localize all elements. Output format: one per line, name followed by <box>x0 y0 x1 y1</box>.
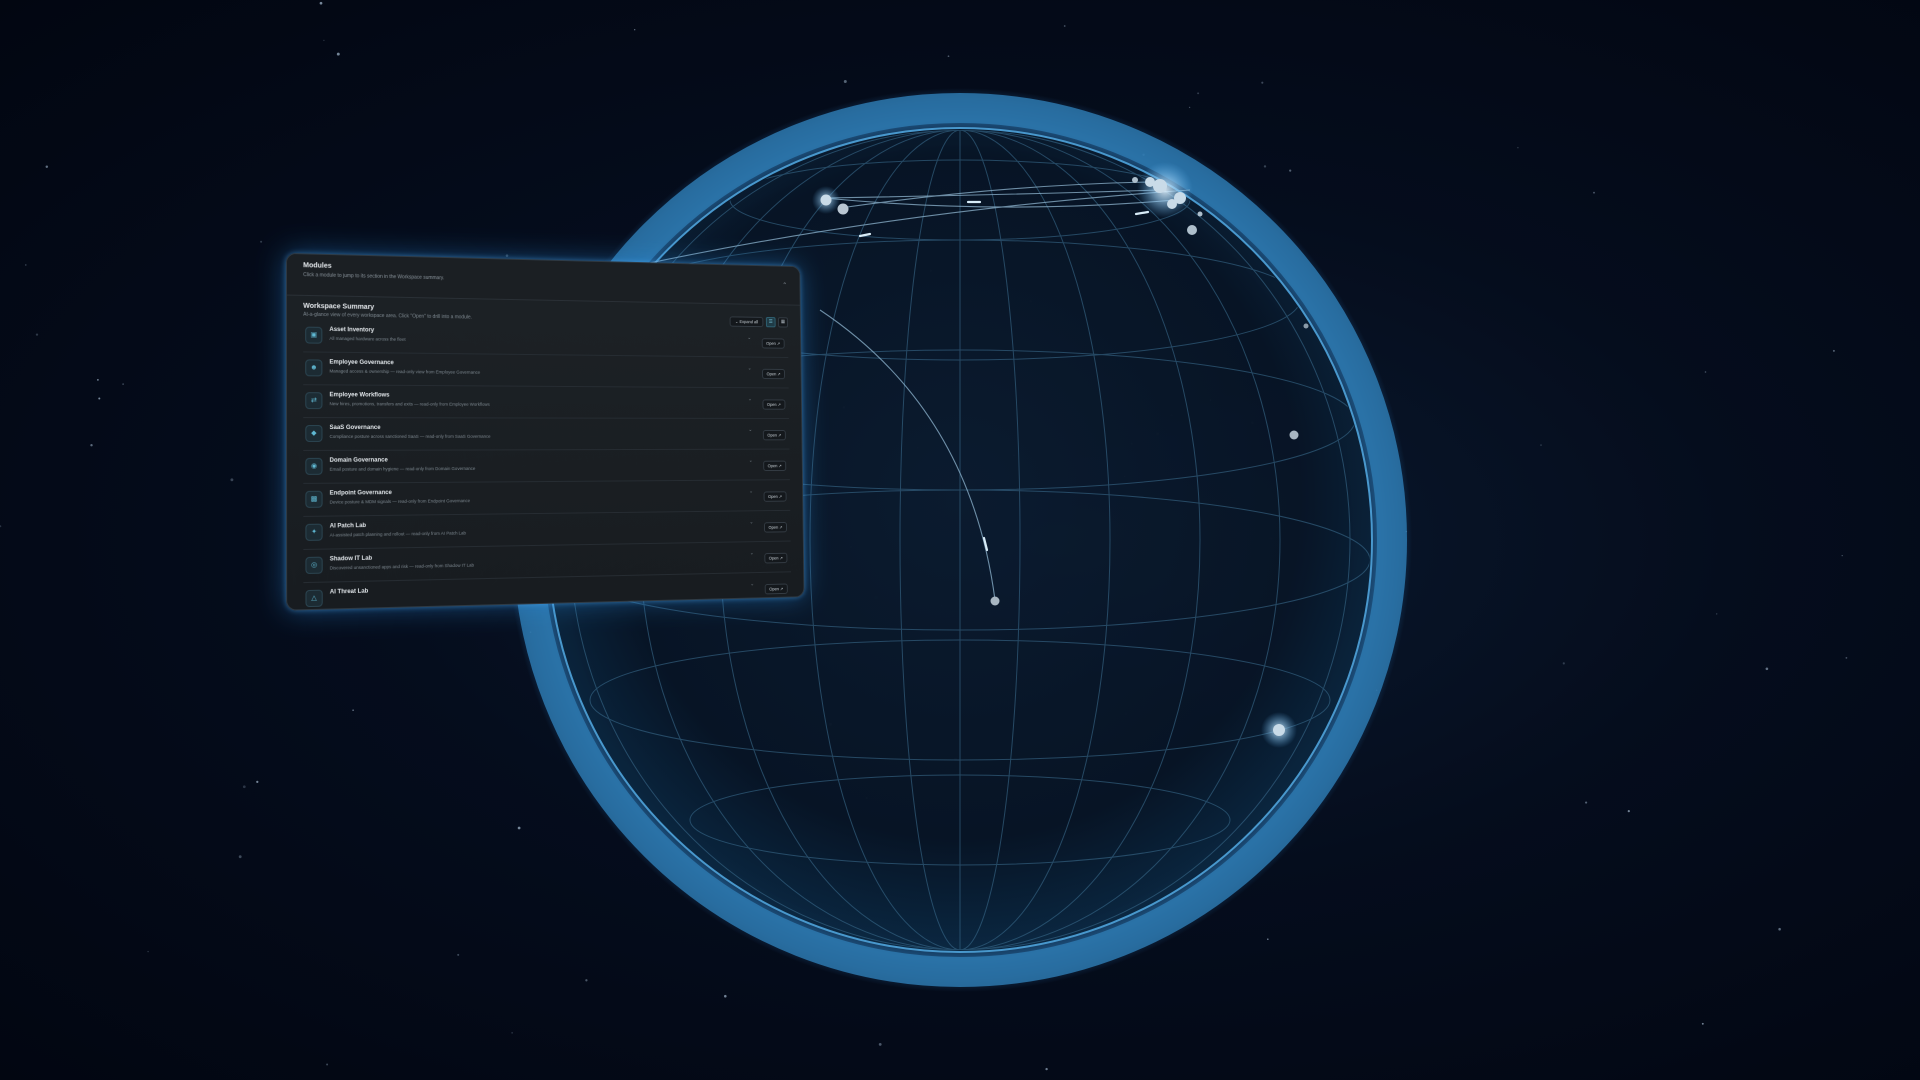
workflow-icon: ⇄ <box>305 392 322 409</box>
module-title: SaaS Governance <box>330 425 381 431</box>
module-title: AI Patch Lab <box>330 523 366 529</box>
expand-all-label: Expand all <box>739 319 758 324</box>
open-button[interactable]: Open ↗ <box>763 461 786 471</box>
open-button[interactable]: Open ↗ <box>762 399 785 409</box>
open-button[interactable]: Open ↗ <box>762 338 785 348</box>
module-description: Device posture & MDM signals — read-only… <box>330 498 470 504</box>
open-label: Open <box>766 372 776 377</box>
module-title: Asset Inventory <box>329 327 374 334</box>
module-title: Domain Governance <box>330 458 388 464</box>
chevron-down-icon[interactable]: ⌄ <box>749 458 753 464</box>
module-description: Email posture and domain hygiene — read-… <box>330 466 476 472</box>
desktop-scene: Modules Click a module to jump to its se… <box>0 0 1920 1080</box>
module-list: ▣ Asset Inventory All managed hardware a… <box>287 319 804 610</box>
module-row-domain-governance[interactable]: ◉ Domain Governance Email posture and do… <box>303 450 790 484</box>
grid-icon[interactable]: ▦ <box>778 317 788 327</box>
module-title: Shadow IT Lab <box>330 556 372 563</box>
module-description: Discovered unsanctioned apps and risk — … <box>330 563 474 571</box>
open-label: Open <box>769 587 779 592</box>
module-description: Compliance posture across sanctioned Saa… <box>330 434 491 439</box>
module-description: AI-assisted patch planning and rollout —… <box>330 531 466 538</box>
workspace-panel-wrapper: Modules Click a module to jump to its se… <box>286 252 834 610</box>
wrench-icon: ✦ <box>305 524 322 541</box>
module-title: Employee Workflows <box>329 392 389 398</box>
chevron-down-icon[interactable]: ⌄ <box>750 520 754 526</box>
open-label: Open <box>768 494 778 499</box>
box-icon: ▣ <box>305 327 322 344</box>
chevron-down-icon[interactable]: ⌄ <box>747 335 751 341</box>
open-button[interactable]: Open ↗ <box>765 584 788 595</box>
chevron-down-icon[interactable]: ⌄ <box>750 551 754 557</box>
chevron-down-icon[interactable]: ⌄ <box>750 582 754 588</box>
module-description: All managed hardware across the fleet <box>329 336 405 342</box>
list-icon[interactable]: ☰ <box>766 317 776 327</box>
module-row-asset-inventory[interactable]: ▣ Asset Inventory All managed hardware a… <box>303 320 788 358</box>
module-title: Endpoint Governance <box>330 490 392 497</box>
open-label: Open <box>766 341 776 346</box>
open-button[interactable]: Open ↗ <box>764 553 787 564</box>
module-title: Employee Governance <box>329 360 393 367</box>
alert-icon: △ <box>305 590 322 607</box>
globe-icon: ◉ <box>305 458 322 475</box>
module-title: AI Threat Lab <box>330 589 369 596</box>
open-button[interactable]: Open ↗ <box>764 522 787 533</box>
module-row-saas-governance[interactable]: ◆ SaaS Governance Compliance posture acr… <box>303 418 789 451</box>
open-button[interactable]: Open ↗ <box>762 369 785 379</box>
open-label: Open <box>768 525 778 530</box>
chevron-down-icon[interactable]: ⌄ <box>749 489 753 495</box>
chevron-up-icon[interactable]: ⌃ <box>782 281 787 288</box>
eye-icon: ◎ <box>305 557 322 574</box>
open-button[interactable]: Open ↗ <box>763 430 786 440</box>
expand-all-button[interactable]: ⌄ Expand all <box>730 316 764 327</box>
shield-icon: ◆ <box>305 425 322 442</box>
laptop-icon: ▩ <box>305 491 322 508</box>
chevron-down-icon[interactable]: ⌄ <box>748 397 752 403</box>
module-description: New hires, promotions, transfers and exi… <box>329 401 489 407</box>
chevron-down-icon[interactable]: ⌄ <box>748 427 752 433</box>
module-description: Managed access & ownership — read-only v… <box>329 369 480 375</box>
open-label: Open <box>769 556 779 561</box>
chevron-down-icon[interactable]: ⌄ <box>748 366 752 372</box>
open-button[interactable]: Open ↗ <box>764 491 787 501</box>
open-label: Open <box>767 433 777 438</box>
workspace-panel: Modules Click a module to jump to its se… <box>286 253 805 611</box>
open-label: Open <box>767 402 777 407</box>
module-row-employee-workflows[interactable]: ⇄ Employee Workflows New hires, promotio… <box>303 385 789 419</box>
module-row-employee-governance[interactable]: ☻ Employee Governance Managed access & o… <box>303 352 788 388</box>
open-label: Open <box>768 464 778 469</box>
users-icon: ☻ <box>305 359 322 376</box>
